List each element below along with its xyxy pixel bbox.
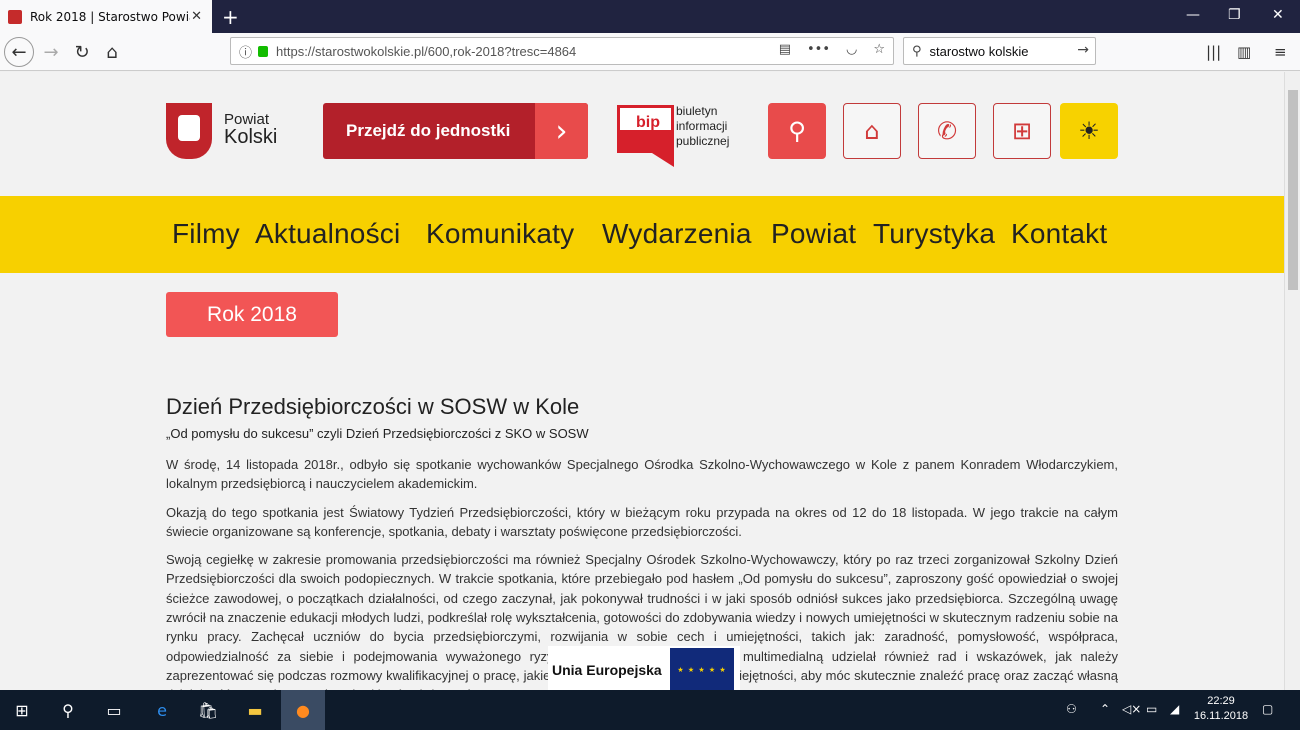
menu-item-turystyka[interactable]: Turystyka: [873, 218, 995, 250]
favicon-icon: [8, 9, 22, 24]
eu-label: Unia Europejska: [552, 662, 662, 678]
close-window-button[interactable]: ✕: [1272, 7, 1284, 23]
taskbar: ⊞ ⚲ ▭ e 🛍 ▬ ● ⚇ ⌃ ◁× ▭ ◢ 22:29 16.11.201…: [0, 690, 1300, 730]
library-icon[interactable]: |||: [1206, 43, 1221, 61]
menu-item-wydarzenia[interactable]: Wydarzenia: [602, 218, 752, 250]
article-paragraph-2: Okazją do tego spotkania jest Światowy T…: [166, 504, 1118, 539]
goto-unit-button[interactable]: Przejdź do jednostki ›: [323, 103, 588, 159]
goto-unit-label: Przejdź do jednostki: [346, 121, 511, 140]
article-paragraph-1: W środę, 14 listopada 2018r., odbyło się…: [166, 457, 1118, 492]
menu-icon[interactable]: ≡: [1274, 43, 1287, 61]
web-page: Powiat Kolski Przejdź do jednostki › bip…: [0, 72, 1284, 690]
search-input[interactable]: starostwo kolskie: [930, 44, 1029, 59]
site-header: Powiat Kolski Przejdź do jednostki › bip…: [0, 72, 1284, 196]
menu-item-aktualnosci[interactable]: Aktualności: [255, 218, 400, 250]
tab-close-icon[interactable]: ✕: [191, 9, 202, 24]
people-icon[interactable]: ⚇: [1066, 702, 1077, 716]
url-bar[interactable]: ⓘ https://starostwokolskie.pl/600,rok-20…: [230, 37, 894, 65]
task-view-icon[interactable]: ▭: [102, 698, 126, 722]
minimize-button[interactable]: —: [1186, 7, 1200, 23]
edge-icon[interactable]: e: [150, 698, 174, 722]
search-bar[interactable]: ⚲ starostwo kolskie →: [903, 37, 1096, 65]
maximize-button[interactable]: ❐: [1228, 7, 1241, 23]
show-hidden-icons-icon[interactable]: ⌃: [1100, 702, 1110, 716]
volume-icon[interactable]: ◁×: [1122, 702, 1141, 716]
tab-title: Rok 2018 | Starostwo Powiatowe: [30, 9, 190, 24]
forward-button[interactable]: →: [36, 37, 66, 67]
clock[interactable]: 22:29 16.11.2018: [1192, 694, 1250, 724]
browser-tab-bar: Rok 2018 | Starostwo Powiatowe ✕ + — ❐ ✕: [0, 0, 1300, 33]
search-icon[interactable]: ⚲: [56, 698, 80, 722]
eu-flag-stars: ★ ★ ★ ★ ★: [677, 666, 727, 674]
clock-date: 16.11.2018: [1193, 710, 1249, 722]
info-icon[interactable]: ⓘ: [239, 42, 252, 61]
logo-line2[interactable]: Kolski: [224, 126, 277, 149]
reader-view-icon[interactable]: ▤: [779, 42, 791, 57]
page-actions-icon[interactable]: •••: [807, 42, 830, 57]
bip-mark-text: bip: [636, 114, 660, 131]
year-badge[interactable]: Rok 2018: [166, 292, 338, 337]
search-icon: ⚲: [912, 43, 922, 59]
main-menu: Filmy Aktualności Komunikaty Wydarzenia …: [0, 196, 1284, 273]
firefox-taskbar-button[interactable]: ●: [281, 690, 325, 730]
menu-item-powiat[interactable]: Powiat: [771, 218, 856, 250]
search-icon[interactable]: ⚲: [768, 103, 826, 159]
sidebar-icon[interactable]: ▥: [1237, 43, 1251, 61]
reload-button[interactable]: ↻: [67, 37, 97, 67]
eu-badge[interactable]: Unia Europejska ★ ★ ★ ★ ★: [548, 646, 740, 690]
bip-text[interactable]: biuletyn informacji publicznej: [676, 104, 756, 149]
search-go-icon[interactable]: →: [1077, 42, 1089, 58]
firefox-icon: ●: [296, 700, 310, 720]
lock-icon: [258, 45, 269, 57]
menu-item-kontakt[interactable]: Kontakt: [1011, 218, 1107, 250]
bip-logo-icon[interactable]: bip: [617, 105, 674, 167]
back-button[interactable]: ←: [4, 37, 34, 67]
eu-flag-icon: ★ ★ ★ ★ ★: [670, 648, 734, 690]
battery-icon[interactable]: ▭: [1146, 702, 1157, 716]
bulb-icon[interactable]: ☀: [1060, 103, 1118, 159]
clock-time: 22:29: [1207, 695, 1235, 707]
url-text[interactable]: https://starostwokolskie.pl/600,rok-2018…: [276, 44, 576, 59]
file-explorer-icon[interactable]: ▬: [243, 698, 267, 722]
menu-item-komunikaty[interactable]: Komunikaty: [426, 218, 574, 250]
phone-icon[interactable]: ✆: [918, 103, 976, 159]
store-icon[interactable]: 🛍: [196, 698, 220, 722]
page-scrollbar[interactable]: [1284, 72, 1300, 690]
coat-of-arms-icon[interactable]: [166, 103, 212, 159]
browser-navigation-bar: ← → ↻ ⌂ ⓘ https://starostwokolskie.pl/60…: [0, 33, 1300, 71]
sitemap-icon[interactable]: ⊞: [993, 103, 1051, 159]
menu-item-filmy[interactable]: Filmy: [172, 218, 240, 250]
home-button[interactable]: ⌂: [97, 37, 127, 67]
pocket-icon[interactable]: ◡: [846, 42, 857, 57]
chevron-right-icon: ›: [535, 103, 588, 159]
windows-start-icon[interactable]: ⊞: [10, 698, 34, 722]
article-subtitle: „Od pomysłu do sukcesu” czyli Dzień Prze…: [166, 426, 589, 441]
article-title: Dzień Przedsiębiorczości w SOSW w Kole: [166, 394, 580, 419]
new-tab-button[interactable]: +: [222, 5, 239, 29]
home-icon[interactable]: ⌂: [843, 103, 901, 159]
network-icon[interactable]: ◢: [1170, 702, 1179, 716]
bookmark-star-icon[interactable]: ☆: [873, 42, 885, 57]
notifications-icon[interactable]: ▢: [1262, 702, 1273, 716]
browser-tab-active[interactable]: Rok 2018 | Starostwo Powiatowe ✕: [0, 0, 212, 33]
scroll-thumb[interactable]: [1288, 90, 1298, 290]
